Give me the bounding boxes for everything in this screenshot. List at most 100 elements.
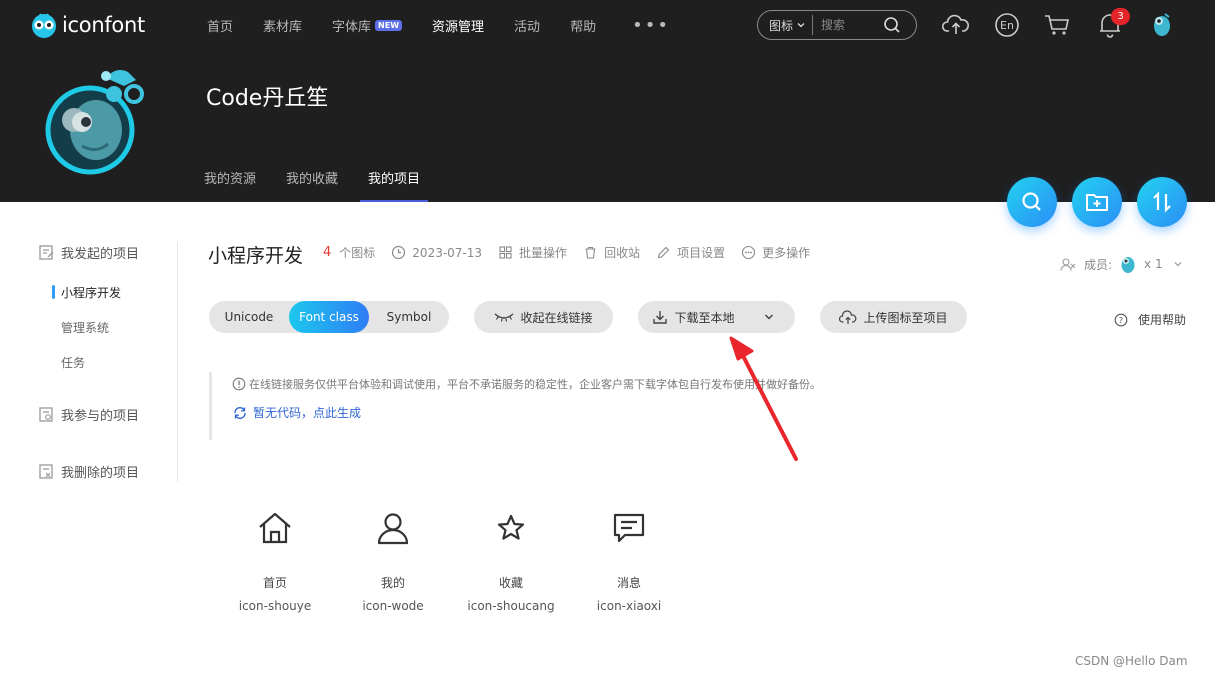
logo-text: iconfont	[62, 13, 145, 37]
search-icon	[1022, 192, 1041, 211]
add-folder-float-button[interactable]	[1072, 177, 1122, 227]
search-icon[interactable]	[883, 16, 901, 34]
svg-text:?: ?	[1119, 316, 1123, 325]
chevron-down-icon	[1174, 262, 1182, 267]
star-icon	[456, 508, 566, 548]
nav-item-materials[interactable]: 素材库	[263, 16, 302, 35]
tab-my-projects[interactable]: 我的项目	[360, 168, 429, 202]
members-count: x 1	[1144, 257, 1163, 271]
sidebar-group-label: 我参与的项目	[61, 408, 140, 424]
search-float-button[interactable]	[1007, 177, 1057, 227]
usage-help-label: 使用帮助	[1138, 313, 1187, 327]
format-option-font-class[interactable]: Font class	[289, 301, 369, 333]
icon-name: 我的	[380, 576, 405, 590]
sort-icon	[1153, 191, 1171, 213]
more-operations-button[interactable]: 更多操作	[741, 244, 810, 261]
icon-name: 消息	[616, 576, 641, 590]
online-link-notice: 在线链接服务仅供平台体验和调试使用，平台不承诺服务的稳定性，企业客户需下载字体包…	[209, 372, 889, 440]
recycle-bin-button[interactable]: 回收站	[583, 244, 640, 261]
project-meta-bar: 4 个图标 2023-07-13 批量操作 回收站 项目设置 更多操作	[323, 244, 826, 261]
members-icon	[1060, 257, 1076, 271]
refresh-icon	[234, 406, 246, 419]
chameleon-logo-icon	[32, 13, 56, 38]
message-icon	[574, 508, 684, 548]
eye-closed-icon	[495, 313, 514, 322]
sidebar-group-participated[interactable]: 我参与的项目	[38, 404, 177, 424]
sidebar-item-mini-program[interactable]: 小程序开发	[38, 282, 177, 302]
chevron-down-icon	[797, 23, 805, 28]
download-to-local-label: 下载至本地	[674, 310, 735, 325]
nav-item-help[interactable]: 帮助	[570, 16, 596, 35]
members-label: 成员:	[1084, 257, 1113, 272]
icon-count-suffix: 个图标	[339, 244, 375, 261]
icon-name: 收藏	[498, 576, 523, 590]
sidebar-item-admin-system[interactable]: 管理系统	[38, 317, 177, 337]
sidebar-group-label: 我发起的项目	[61, 246, 140, 262]
sort-float-button[interactable]	[1137, 177, 1187, 227]
icon-class: icon-shouye	[238, 599, 312, 613]
sidebar-group-initiated[interactable]: 我发起的项目	[38, 242, 177, 262]
search-type-select[interactable]: 图标	[758, 15, 814, 35]
profile-name: Code丹丘笙	[206, 86, 329, 111]
nav-label: 帮助	[570, 19, 597, 35]
cart-icon[interactable]	[1043, 11, 1071, 39]
sidebar-group-label: 我删除的项目	[61, 465, 140, 481]
project-settings-label: 项目设置	[677, 246, 726, 260]
members-dropdown[interactable]: 成员: x 1	[1060, 253, 1183, 275]
nav-label: 字体库	[332, 19, 372, 35]
pencil-icon	[657, 246, 670, 259]
iconfont-logo[interactable]: iconfont	[30, 10, 145, 40]
icon-card-mine[interactable]: 我的 icon-wode	[338, 508, 448, 613]
upload-cloud-icon[interactable]	[942, 11, 970, 39]
batch-operation-label: 批量操作	[519, 246, 568, 260]
profile-avatar[interactable]	[44, 64, 149, 176]
collapse-online-link-button[interactable]: 收起在线链接	[474, 301, 613, 333]
tab-my-favorites[interactable]: 我的收藏	[286, 168, 338, 202]
sidebar-item-tasks[interactable]: 任务	[38, 352, 177, 372]
chevron-down-icon[interactable]	[763, 311, 775, 323]
icon-class: icon-shoucang	[467, 599, 555, 613]
icon-card-message[interactable]: 消息 icon-xiaoxi	[574, 508, 684, 613]
new-badge: NEW	[375, 19, 403, 31]
search-input[interactable]	[813, 18, 880, 32]
main-nav: 首页 素材库 字体库 NEW 资源管理 活动 帮助 •••	[207, 14, 670, 36]
search-type-label: 图标	[769, 18, 794, 33]
nav-item-home[interactable]: 首页	[207, 16, 233, 35]
nav-label: 首页	[207, 19, 234, 35]
format-option-symbol[interactable]: Symbol	[369, 301, 449, 333]
grid-icon	[499, 246, 512, 259]
question-circle-icon: ?	[1114, 313, 1128, 326]
nav-label: 素材库	[263, 19, 303, 35]
tab-my-resources[interactable]: 我的资源	[204, 168, 256, 202]
more-dots-icon	[742, 245, 756, 260]
nav-item-fonts[interactable]: 字体库 NEW	[332, 16, 403, 35]
nav-more-button[interactable]: •••	[632, 15, 670, 36]
csdn-watermark: CSDN @Hello Dam	[1075, 654, 1188, 668]
download-to-local-button[interactable]: 下载至本地	[638, 301, 795, 333]
usage-help-link[interactable]: ? 使用帮助	[1114, 311, 1186, 328]
icon-name: 首页	[262, 576, 287, 590]
format-switcher: Unicode Font class Symbol	[209, 301, 449, 333]
project-deleted-icon	[39, 463, 53, 479]
nav-item-activities[interactable]: 活动	[514, 16, 540, 35]
nav-label: 活动	[514, 19, 541, 35]
home-icon	[220, 508, 330, 548]
generate-code-link[interactable]: 暂无代码，点此生成	[232, 404, 889, 421]
sidebar-group-deleted[interactable]: 我删除的项目	[38, 461, 177, 481]
user-avatar-icon[interactable]	[1148, 11, 1176, 39]
project-settings-button[interactable]: 项目设置	[656, 244, 725, 261]
icon-card-favorite[interactable]: 收藏 icon-shoucang	[456, 508, 566, 613]
upload-icons-button[interactable]: 上传图标至项目	[820, 301, 967, 333]
language-en-icon[interactable]: En	[993, 11, 1021, 39]
icon-count-suffix-label: 个图标	[339, 246, 376, 260]
icon-class: icon-wode	[362, 599, 424, 613]
upload-cloud-icon	[839, 309, 857, 324]
profile-tabs: 我的资源 我的收藏 我的项目	[204, 168, 450, 202]
format-option-unicode[interactable]: Unicode	[209, 301, 289, 333]
trash-icon	[585, 246, 596, 259]
batch-operation-button[interactable]: 批量操作	[498, 244, 567, 261]
more-operations-label: 更多操作	[762, 246, 811, 260]
icon-card-home[interactable]: 首页 icon-shouye	[220, 508, 330, 613]
project-sidebar: 我发起的项目 小程序开发 管理系统 任务 我参与的项目 我删除的项目	[38, 242, 178, 482]
nav-item-resource-management[interactable]: 资源管理	[432, 16, 484, 35]
